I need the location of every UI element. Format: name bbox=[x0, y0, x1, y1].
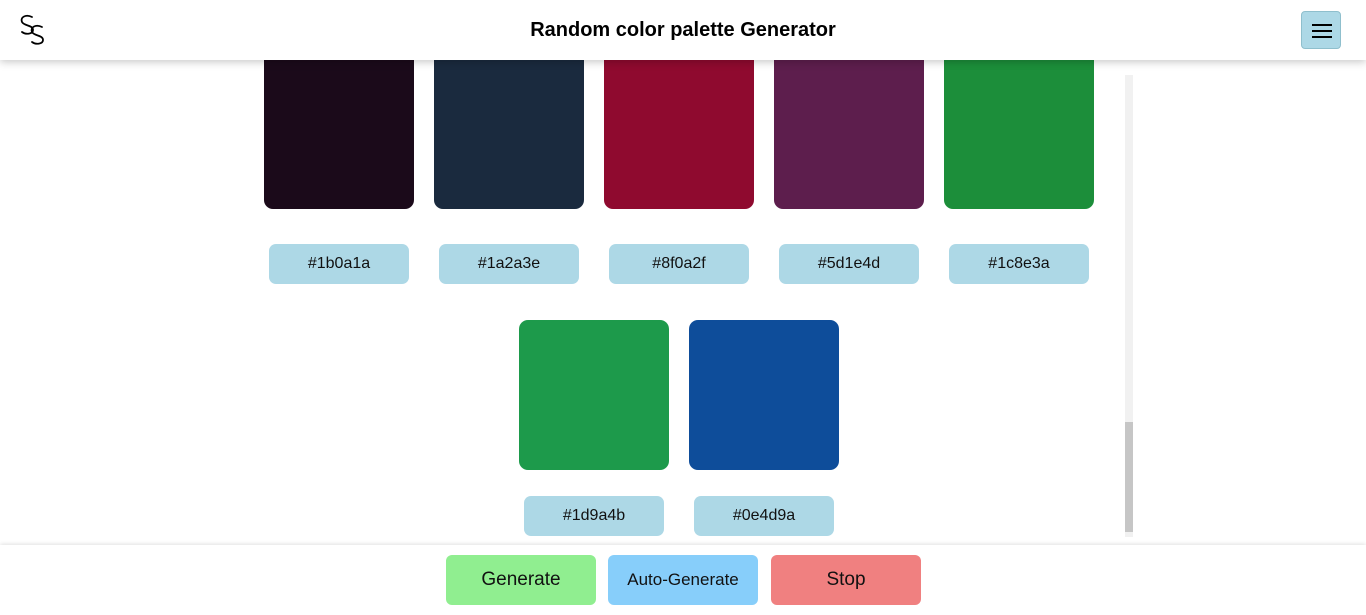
menu-button[interactable] bbox=[1301, 11, 1341, 49]
app-header: Random color palette Generator bbox=[0, 0, 1366, 60]
hamburger-menu-icon bbox=[1312, 24, 1332, 38]
color-swatch[interactable] bbox=[519, 320, 669, 470]
page-title: Random color palette Generator bbox=[530, 19, 836, 41]
control-bar: Generate Auto-Generate Stop bbox=[0, 545, 1366, 615]
color-swatch[interactable] bbox=[604, 60, 754, 209]
hex-label[interactable]: #5d1e4d bbox=[779, 244, 919, 284]
stop-button[interactable]: Stop bbox=[771, 555, 921, 605]
color-swatch[interactable] bbox=[774, 60, 924, 209]
hex-label[interactable]: #0e4d9a bbox=[694, 496, 834, 536]
hex-label[interactable]: #1c8e3a bbox=[949, 244, 1089, 284]
hex-label[interactable]: #1a2a3e bbox=[439, 244, 579, 284]
color-swatch[interactable] bbox=[264, 60, 414, 209]
scrollbar[interactable] bbox=[1125, 75, 1133, 537]
color-swatch[interactable] bbox=[944, 60, 1094, 209]
scrollbar-thumb[interactable] bbox=[1125, 422, 1133, 532]
auto-generate-button[interactable]: Auto-Generate bbox=[608, 555, 758, 605]
hex-label[interactable]: #8f0a2f bbox=[609, 244, 749, 284]
generate-button[interactable]: Generate bbox=[446, 555, 596, 605]
hex-label[interactable]: #1b0a1a bbox=[269, 244, 409, 284]
color-swatch[interactable] bbox=[434, 60, 584, 209]
color-swatch[interactable] bbox=[689, 320, 839, 470]
palette-area: #1b0a1a #1a2a3e #8f0a2f #5d1e4d #1c8e3a … bbox=[0, 60, 1366, 545]
hex-label[interactable]: #1d9a4b bbox=[524, 496, 664, 536]
